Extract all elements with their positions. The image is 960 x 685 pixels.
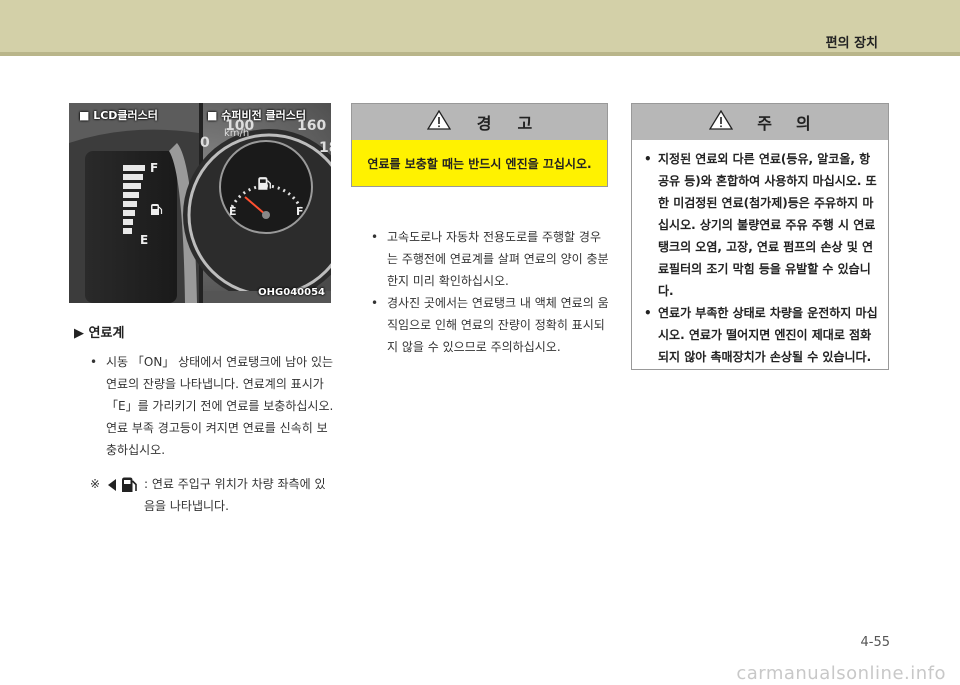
lcd-fuel-pump-icon (149, 203, 163, 217)
dial-e-mark: E (229, 205, 237, 218)
caution-title-1: 주 (757, 114, 772, 133)
fuel-gauge-heading: ▶ 연료계 (74, 326, 125, 341)
watermark: carmanualsonline.info (736, 663, 946, 684)
cluster-figure: ■ LCD클러스터 ■ 슈퍼비전 클러스터 F E km/h 0 100 160… (69, 103, 331, 303)
list-item: • 연료가 부족한 상태로 차량을 운전하지 마십시오. 연료가 떨어지면 엔진… (644, 306, 878, 364)
caution-title-2: 의 (796, 114, 811, 133)
header-band-separator (0, 52, 960, 56)
warning-body: 연료를 보충할 때는 반드시 엔진을 끄십시오. (352, 140, 607, 186)
caution-triangle-icon (709, 109, 734, 134)
speed-160: 160 (297, 118, 327, 134)
warning-triangle-icon (426, 109, 451, 134)
header-band-inner (0, 0, 960, 52)
caution-list: • 지정된 연료외 다른 연료(등유, 알코올, 항공유 등)와 혼합하여 사용… (632, 140, 888, 368)
cluster-illustration (69, 103, 331, 303)
warning-title-1: 경 (476, 114, 492, 133)
note-mark: ※ (90, 477, 101, 491)
figure-label-lcd: ■ LCD클러스터 (79, 109, 158, 122)
lcd-f-mark: F (150, 161, 159, 175)
list-item: • 시동 「ON」 상태에서 연료탱크에 남아 있는 연료의 잔량을 나타냅니다… (90, 355, 334, 457)
figure-label-supervision: ■ 슈퍼비전 클러스터 (207, 109, 307, 122)
figure-code: OHG040054 (258, 287, 325, 298)
caution-box: 주 의 • 지정된 연료외 다른 연료(등유, 알코올, 항공유 등)와 혼합하… (631, 103, 889, 370)
warning-title-2: 고 (517, 114, 533, 133)
list-item: • 지정된 연료외 다른 연료(등유, 알코올, 항공유 등)와 혼합하여 사용… (644, 152, 877, 298)
caution-title: 주 의 (632, 104, 888, 140)
warning-list: • 고속도로나 자동차 전용도로를 주행할 경우는 주행전에 연료계를 살펴 연… (371, 226, 611, 358)
header-band (0, 0, 960, 56)
speed-18: 18 (319, 140, 331, 156)
warning-title: 경 고 (352, 104, 607, 140)
dial-f-mark: F (296, 205, 304, 218)
page-number: 4-55 (860, 635, 890, 650)
fuel-door-note: ※ : 연료 주입구 위치가 차량 좌측에 있음을 나타냅니다. (90, 473, 334, 517)
list-item: • 경사진 곳에서는 연료탱크 내 액체 연료의 움직임으로 인해 연료의 잔량… (371, 296, 609, 354)
speed-0: 0 (200, 135, 210, 151)
fuel-pump-icon (106, 476, 142, 501)
lcd-e-mark: E (140, 233, 149, 247)
fuel-gauge-list: • 시동 「ON」 상태에서 연료탱크에 남아 있는 연료의 잔량을 나타냅니다… (90, 351, 334, 461)
dial-fuel-pump-icon (256, 176, 272, 192)
section-title: 편의 장치 (825, 36, 878, 51)
list-item: • 고속도로나 자동차 전용도로를 주행할 경우는 주행전에 연료계를 살펴 연… (371, 230, 609, 288)
speed-100: 100 (225, 118, 255, 134)
warning-box: 경 고 연료를 보충할 때는 반드시 엔진을 끄십시오. (351, 103, 608, 187)
